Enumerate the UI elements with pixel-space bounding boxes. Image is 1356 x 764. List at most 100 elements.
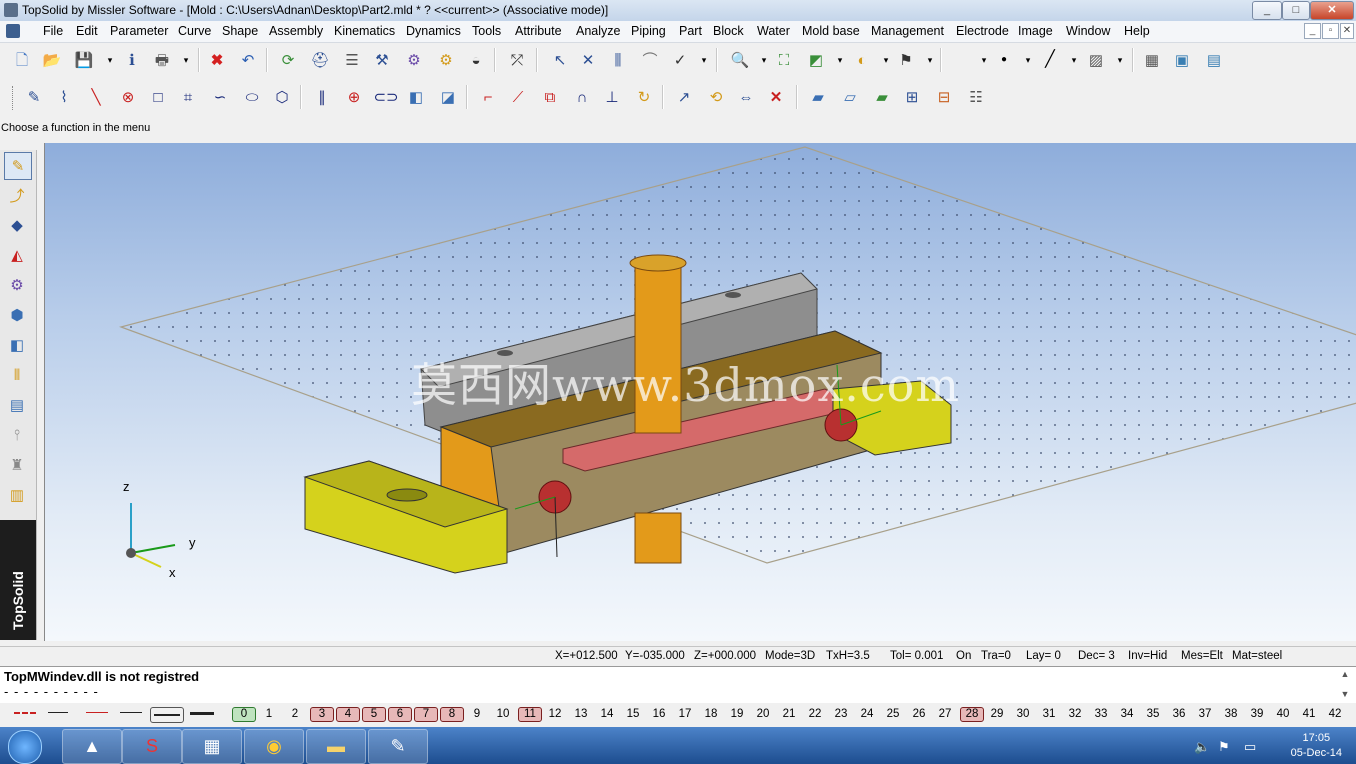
open-folder-icon[interactable]: 📂	[40, 48, 64, 72]
menu-part[interactable]: Part	[679, 24, 702, 38]
layer-7[interactable]: 7	[414, 707, 438, 722]
menu-image[interactable]: Image	[1018, 24, 1053, 38]
sliders-icon[interactable]: ☰	[340, 48, 364, 72]
menu-file[interactable]: File	[43, 24, 63, 38]
mes-field[interactable]: Mes=Elt	[1181, 650, 1223, 662]
zoom-icon[interactable]: 🔍	[728, 48, 752, 72]
pick-icon[interactable]: ⤱	[505, 48, 529, 72]
mirror-icon[interactable]: ⇔	[734, 85, 758, 109]
arch-icon[interactable]: ∩	[570, 85, 594, 109]
polygon-icon[interactable]: ⬡	[270, 85, 294, 109]
layer-15[interactable]: 15	[622, 708, 644, 720]
trim-icon[interactable]: ⊥	[600, 85, 624, 109]
menu-shape[interactable]: Shape	[222, 24, 258, 38]
taskbar-chrome-icon[interactable]: ◉	[244, 729, 304, 764]
layer-10[interactable]: 10	[492, 708, 514, 720]
point-style-icon[interactable]: ●	[992, 48, 1016, 72]
layer-37[interactable]: 37	[1194, 708, 1216, 720]
black-line-style[interactable]	[120, 712, 142, 713]
layer-18[interactable]: 18	[700, 708, 722, 720]
menu-curve[interactable]: Curve	[178, 24, 211, 38]
menu-mold-base[interactable]: Mold base	[802, 24, 860, 38]
hat-icon[interactable]: ⛑	[308, 48, 332, 72]
taskbar-explorer-icon[interactable]: ▬	[306, 729, 366, 764]
view-icon[interactable]: ◩	[804, 48, 828, 72]
undo-icon[interactable]: ↶	[236, 48, 260, 72]
tree-icon[interactable]: ⊞	[900, 85, 924, 109]
hatch-dropdown-icon[interactable]: ▾	[1108, 48, 1132, 72]
layer-34[interactable]: 34	[1116, 708, 1138, 720]
taskbar-paint-icon[interactable]: ✎	[368, 729, 428, 764]
plate3-icon[interactable]: ▰	[870, 85, 894, 109]
cancel-op-icon[interactable]: ✕	[764, 85, 788, 109]
curve-palette-icon[interactable]: ⤴	[4, 182, 30, 208]
network-icon[interactable]: ▭	[1244, 739, 1256, 755]
layer-32[interactable]: 32	[1064, 708, 1086, 720]
layer-5[interactable]: 5	[362, 707, 386, 722]
hatch-icon[interactable]: ▨	[1084, 48, 1108, 72]
material-field[interactable]: Mat=steel	[1232, 650, 1282, 662]
mdi-close-button[interactable]: ✕	[1340, 23, 1354, 39]
layer-26[interactable]: 26	[908, 708, 930, 720]
layer-13[interactable]: 13	[570, 708, 592, 720]
volume-icon[interactable]: 🔈	[1194, 739, 1210, 755]
layer-11[interactable]: 11	[518, 707, 542, 722]
frame-icon[interactable]: ⌗	[176, 85, 200, 109]
pipe-icon[interactable]: ⌒	[638, 48, 662, 72]
mold-palette-icon[interactable]: ⫴	[4, 362, 30, 388]
layer-38[interactable]: 38	[1220, 708, 1242, 720]
menu-block[interactable]: Block	[713, 24, 744, 38]
pin-palette-icon[interactable]: ⫯	[4, 422, 30, 448]
layer-field[interactable]: Lay= 0	[1026, 650, 1061, 662]
block-palette-icon[interactable]: ◧	[4, 332, 30, 358]
sliders2-icon[interactable]: ⫼	[606, 48, 630, 72]
dash-line-style[interactable]	[14, 712, 36, 714]
plate2-icon[interactable]: ▱	[838, 85, 862, 109]
layer-25[interactable]: 25	[882, 708, 904, 720]
base-palette-icon[interactable]: ▤	[4, 392, 30, 418]
spline-icon[interactable]: ∽	[208, 85, 232, 109]
inv-field[interactable]: Inv=Hid	[1128, 650, 1167, 662]
layer-1[interactable]: 1	[258, 708, 280, 720]
point-icon[interactable]: ⊕	[342, 85, 366, 109]
circle-icon[interactable]: ⊗	[116, 85, 140, 109]
rotate-icon[interactable]: ⟲	[704, 85, 728, 109]
layer-6[interactable]: 6	[388, 707, 412, 722]
move-icon[interactable]: ↗	[672, 85, 696, 109]
layer-12[interactable]: 12	[544, 708, 566, 720]
part-palette-icon[interactable]: ⬢	[4, 302, 30, 328]
taskbar-topsolid-icon[interactable]: ▲	[62, 729, 122, 764]
tolerance-field[interactable]: Tol= 0.001	[890, 650, 943, 662]
dec-field[interactable]: Dec= 3	[1078, 650, 1115, 662]
medium-line-style[interactable]	[150, 707, 184, 723]
robot-icon[interactable]: ⚙	[434, 48, 458, 72]
table-icon[interactable]: ⊟	[932, 85, 956, 109]
layer-29[interactable]: 29	[986, 708, 1008, 720]
layer-14[interactable]: 14	[596, 708, 618, 720]
mold-tool2-icon[interactable]: ▣	[1170, 48, 1194, 72]
menu-parameter[interactable]: Parameter	[110, 24, 168, 38]
layer-9[interactable]: 9	[466, 708, 488, 720]
layer-19[interactable]: 19	[726, 708, 748, 720]
rectangle-icon[interactable]: □	[146, 85, 170, 109]
line-dropdown-icon[interactable]: ▾	[1062, 48, 1086, 72]
flag-icon[interactable]: ⚑	[1218, 739, 1230, 755]
layer-40[interactable]: 40	[1272, 708, 1294, 720]
taskbar-solidworks-icon[interactable]: S	[122, 729, 182, 764]
point-dropdown-icon[interactable]: ▾	[1016, 48, 1040, 72]
minimize-button[interactable]: _	[1252, 1, 1282, 20]
check-tool-icon[interactable]: ✓	[668, 48, 692, 72]
pencil-icon[interactable]: ✎	[22, 85, 46, 109]
layer-4[interactable]: 4	[336, 707, 360, 722]
menu-assembly[interactable]: Assembly	[269, 24, 323, 38]
menu-analyze[interactable]: Analyze	[576, 24, 620, 38]
stamp-icon[interactable]: ⚑	[894, 48, 918, 72]
menu-water[interactable]: Water	[757, 24, 790, 38]
layer-35[interactable]: 35	[1142, 708, 1164, 720]
menu-tools[interactable]: Tools	[472, 24, 501, 38]
sketch-palette-icon[interactable]: ✎	[4, 152, 32, 180]
layer-3[interactable]: 3	[310, 707, 334, 722]
layer-17[interactable]: 17	[674, 708, 696, 720]
message-scrollbar[interactable]: ▲ ▼	[1338, 669, 1352, 701]
new-file-icon[interactable]: 🗋	[10, 48, 34, 72]
